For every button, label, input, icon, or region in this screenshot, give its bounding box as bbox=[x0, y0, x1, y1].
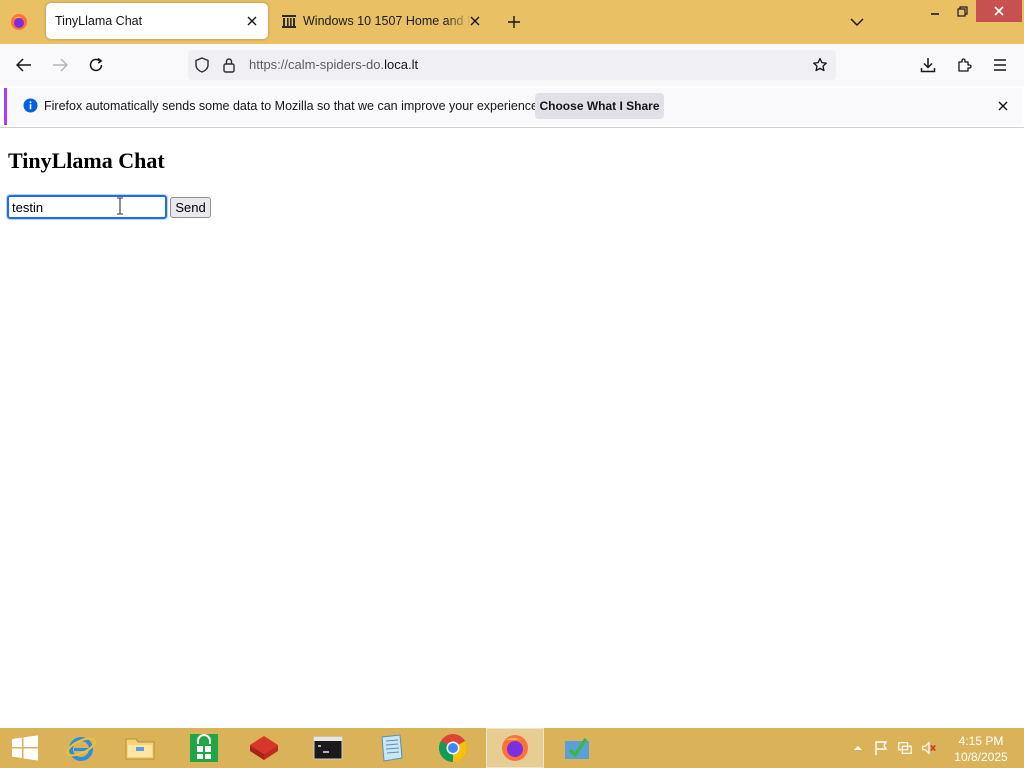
clock-date: 10/8/2025 bbox=[954, 750, 1008, 764]
page-title: TinyLlama Chat bbox=[8, 148, 165, 173]
chevron-up-icon[interactable] bbox=[850, 740, 866, 756]
info-icon bbox=[23, 98, 38, 116]
red-app-icon[interactable] bbox=[235, 728, 293, 768]
choose-what-i-share-button[interactable]: Choose What I Share bbox=[535, 93, 664, 119]
data-collection-notification: Firefox automatically sends some data to… bbox=[4, 88, 1022, 125]
navigation-bar: https://calm-spiders-do.loca.lt bbox=[0, 44, 1024, 86]
firefox-menu-icon[interactable] bbox=[6, 9, 32, 35]
send-button[interactable]: Send bbox=[170, 197, 211, 218]
notepad-icon[interactable] bbox=[362, 728, 420, 768]
command-prompt-icon[interactable] bbox=[299, 728, 357, 768]
forward-arrow-icon[interactable] bbox=[46, 52, 74, 78]
clock-time: 4:15 PM bbox=[958, 734, 1004, 748]
notification-message: Firefox automatically sends some data to… bbox=[44, 99, 542, 113]
taskbar: 4:15 PM 10/8/2025 bbox=[0, 728, 1024, 768]
chevron-down-icon[interactable] bbox=[846, 11, 868, 33]
chat-message-input[interactable] bbox=[6, 194, 168, 220]
speaker-muted-icon[interactable] bbox=[921, 740, 937, 756]
downloads-icon[interactable] bbox=[914, 52, 942, 78]
tab-windows-10[interactable]: Windows 10 1507 Home and Pro bbox=[273, 3, 491, 39]
archive-icon bbox=[281, 13, 297, 29]
window-close-icon[interactable] bbox=[976, 0, 1022, 22]
flag-icon[interactable] bbox=[873, 740, 889, 756]
tab-title: Windows 10 1507 Home and Pro bbox=[303, 14, 471, 28]
restore-icon[interactable] bbox=[949, 0, 975, 22]
internet-explorer-icon[interactable] bbox=[52, 728, 110, 768]
new-tab-plus-icon[interactable] bbox=[503, 11, 525, 33]
back-arrow-icon[interactable] bbox=[10, 52, 38, 78]
close-tab-icon[interactable] bbox=[244, 13, 260, 29]
file-explorer-icon[interactable] bbox=[111, 728, 169, 768]
url-prefix: https://calm-spiders-do. bbox=[249, 57, 385, 72]
address-bar[interactable]: https://calm-spiders-do.loca.lt bbox=[188, 50, 836, 80]
lock-icon[interactable] bbox=[222, 57, 236, 76]
tab-tinyllama-chat[interactable]: TinyLlama Chat bbox=[46, 3, 268, 39]
hamburger-menu-icon[interactable] bbox=[986, 52, 1014, 78]
close-icon[interactable] bbox=[996, 99, 1010, 113]
firefox-icon[interactable] bbox=[486, 728, 544, 768]
url-host: loca.lt bbox=[384, 57, 419, 72]
store-icon[interactable] bbox=[175, 728, 233, 768]
tab-bar: TinyLlama Chat Windows 10 1507 Home and … bbox=[0, 0, 1024, 44]
url-text[interactable]: https://calm-spiders-do.loca.lt bbox=[249, 57, 418, 72]
bookmark-star-icon[interactable] bbox=[811, 56, 829, 74]
minimize-icon[interactable] bbox=[922, 0, 948, 22]
chrome-icon[interactable] bbox=[424, 728, 482, 768]
close-tab-icon[interactable] bbox=[467, 13, 483, 29]
system-clock[interactable]: 4:15 PM 10/8/2025 bbox=[946, 733, 1016, 765]
network-icon[interactable] bbox=[897, 740, 913, 756]
text-cursor-icon bbox=[115, 197, 125, 218]
content-divider bbox=[0, 127, 1024, 128]
tab-title: TinyLlama Chat bbox=[55, 14, 143, 28]
windows-start-icon[interactable] bbox=[0, 728, 50, 768]
reload-icon[interactable] bbox=[82, 52, 110, 78]
green-app-icon[interactable] bbox=[548, 728, 606, 768]
extensions-puzzle-icon[interactable] bbox=[950, 52, 978, 78]
shield-icon[interactable] bbox=[194, 57, 210, 76]
